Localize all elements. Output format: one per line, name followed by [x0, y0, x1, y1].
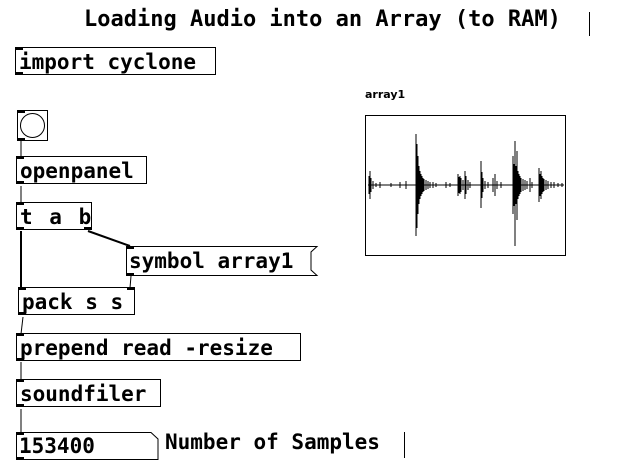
object-label: soundfiler — [20, 382, 147, 406]
object-outlet-left[interactable] — [16, 227, 24, 230]
object-outlet[interactable] — [18, 312, 26, 315]
bang-outlet[interactable] — [17, 138, 25, 141]
object-outlet[interactable] — [16, 181, 24, 184]
symbol-array1-message[interactable]: symbol array1 — [126, 246, 319, 276]
soundfiler-object[interactable]: soundfiler — [16, 379, 161, 407]
object-outlet[interactable] — [16, 404, 24, 407]
object-inlet[interactable] — [16, 333, 24, 336]
pack-object[interactable]: pack s s — [18, 287, 135, 315]
object-label: openpanel — [20, 159, 134, 183]
object-inlet[interactable] — [16, 156, 24, 159]
object-outlet[interactable] — [15, 72, 23, 75]
number-of-samples-comment: Number of Samples — [165, 430, 380, 454]
bang-inlet[interactable] — [17, 110, 25, 113]
number-box[interactable]: 153400 — [16, 432, 159, 460]
number-box-value: 153400 — [19, 434, 95, 458]
object-outlet[interactable] — [16, 358, 24, 361]
object-inlet[interactable] — [16, 379, 24, 382]
waveform-plot — [368, 134, 564, 246]
object-label: import cyclone — [19, 50, 197, 74]
array-name-label: array1 — [365, 88, 406, 101]
object-inlet[interactable] — [16, 202, 24, 205]
prepend-object[interactable]: prepend read -resize — [16, 333, 301, 361]
patch-title: Loading Audio into an Array (to RAM) — [84, 7, 561, 32]
import-cyclone-object[interactable]: import cyclone — [15, 47, 216, 75]
message-label: symbol array1 — [129, 249, 294, 273]
object-label: prepend read -resize — [20, 336, 273, 360]
cord-trigger-symbol — [87, 230, 131, 247]
array-graph[interactable] — [365, 115, 566, 256]
trigger-object[interactable]: t a b — [16, 202, 92, 230]
object-inlet[interactable] — [15, 47, 23, 50]
bang-button[interactable] — [17, 110, 48, 141]
openpanel-object[interactable]: openpanel — [16, 156, 147, 184]
cord-pack-prepend — [20, 316, 24, 335]
object-label: pack s s — [22, 290, 124, 314]
object-inlet-right[interactable] — [127, 287, 135, 290]
bang-circle-icon[interactable] — [20, 113, 45, 138]
object-label: t a b — [20, 205, 94, 229]
comment-cursor — [404, 432, 405, 458]
comment-cursor — [589, 12, 590, 36]
object-outlet-right[interactable] — [84, 227, 92, 230]
object-inlet-left[interactable] — [18, 287, 26, 290]
